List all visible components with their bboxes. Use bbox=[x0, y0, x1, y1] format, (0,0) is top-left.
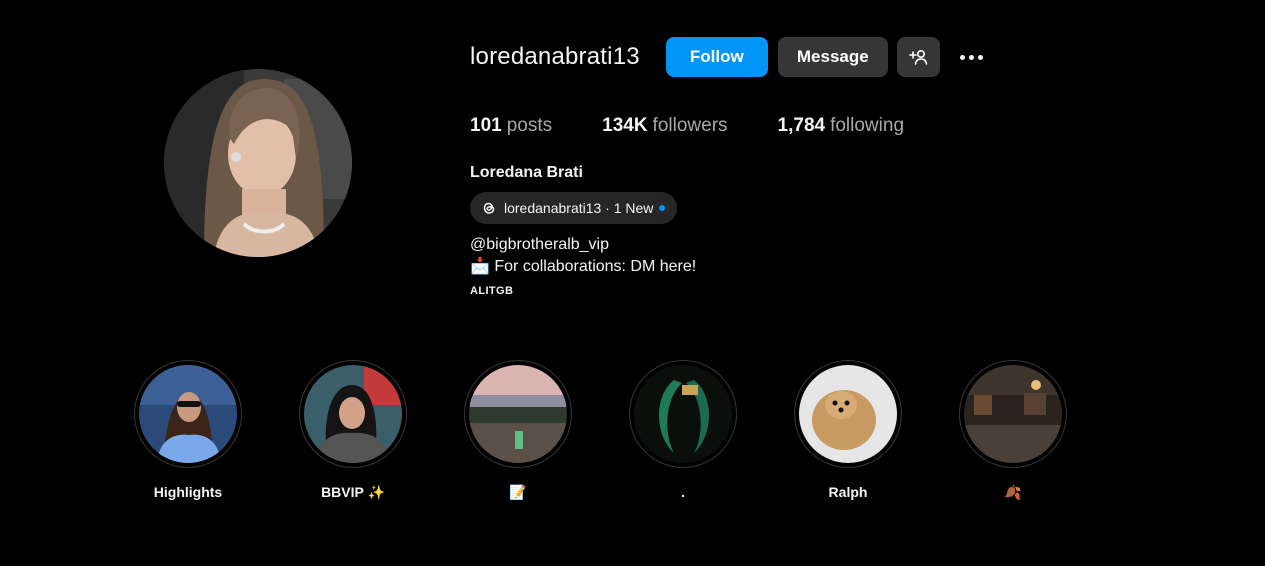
highlight-item[interactable]: 🍂 bbox=[959, 360, 1067, 501]
following-stat[interactable]: 1,784 following bbox=[778, 115, 904, 137]
highlight-label: Ralph bbox=[828, 484, 868, 500]
highlight-item[interactable]: . bbox=[629, 360, 737, 501]
avatar-photo bbox=[164, 69, 352, 257]
highlight-item[interactable]: Ralph bbox=[794, 360, 902, 501]
profile-stats: 101 posts 134K followers 1,784 following bbox=[470, 115, 954, 137]
profile-header: loredanabrati13 Follow Message bbox=[470, 37, 988, 77]
highlight-ring bbox=[959, 360, 1067, 468]
followers-count: 134K bbox=[602, 115, 648, 136]
bio: @bigbrotheralb_vip 📩 For collaborations:… bbox=[470, 234, 696, 278]
message-button[interactable]: Message bbox=[777, 37, 888, 77]
threads-handle: loredanabrati13 · 1 New bbox=[504, 200, 654, 216]
story-highlights: Highlights BBVIP ✨ 📝 . Ralph 🍂 bbox=[134, 360, 1124, 501]
highlight-cover bbox=[139, 365, 237, 463]
highlight-label: 🍂 bbox=[1004, 484, 1022, 500]
profile-avatar[interactable] bbox=[164, 69, 352, 257]
bio-mention[interactable]: @bigbrotheralb_vip bbox=[470, 234, 696, 256]
username: loredanabrati13 bbox=[470, 43, 640, 70]
highlight-cover bbox=[469, 365, 567, 463]
highlight-ring bbox=[134, 360, 242, 468]
add-person-icon bbox=[908, 49, 928, 65]
highlight-ring bbox=[464, 360, 572, 468]
bio-tag: ALITGB bbox=[470, 285, 514, 297]
threads-icon bbox=[480, 199, 498, 217]
following-label: following bbox=[830, 115, 905, 136]
highlight-cover bbox=[964, 365, 1062, 463]
following-count: 1,784 bbox=[777, 115, 826, 136]
highlight-item[interactable]: 📝 bbox=[464, 360, 572, 501]
highlight-label: Highlights bbox=[153, 484, 223, 500]
more-options-button[interactable] bbox=[956, 41, 988, 73]
highlight-item[interactable]: BBVIP ✨ bbox=[299, 360, 407, 501]
highlight-label: 📝 bbox=[509, 484, 527, 500]
followers-stat[interactable]: 134K followers bbox=[602, 115, 727, 137]
highlight-label: . bbox=[681, 484, 685, 500]
highlight-ring bbox=[794, 360, 902, 468]
new-indicator-dot bbox=[659, 205, 666, 211]
suggest-similar-button[interactable] bbox=[896, 37, 940, 77]
posts-label: posts bbox=[506, 115, 553, 136]
full-name: Loredana Brati bbox=[470, 164, 583, 181]
highlight-label: BBVIP ✨ bbox=[321, 484, 385, 500]
follow-button[interactable]: Follow bbox=[665, 37, 768, 77]
posts-stat: 101 posts bbox=[470, 115, 552, 137]
threads-badge[interactable]: loredanabrati13 · 1 New bbox=[470, 192, 678, 224]
more-options-icon bbox=[960, 54, 984, 60]
highlight-cover bbox=[634, 365, 732, 463]
highlight-item[interactable]: Highlights bbox=[134, 360, 242, 501]
posts-count: 101 bbox=[470, 115, 502, 136]
bio-collab-line: 📩 For collaborations: DM here! bbox=[470, 258, 697, 275]
highlight-ring bbox=[629, 360, 737, 468]
followers-label: followers bbox=[652, 115, 728, 136]
highlight-ring bbox=[299, 360, 407, 468]
highlight-cover bbox=[304, 365, 402, 463]
highlight-cover bbox=[799, 365, 897, 463]
